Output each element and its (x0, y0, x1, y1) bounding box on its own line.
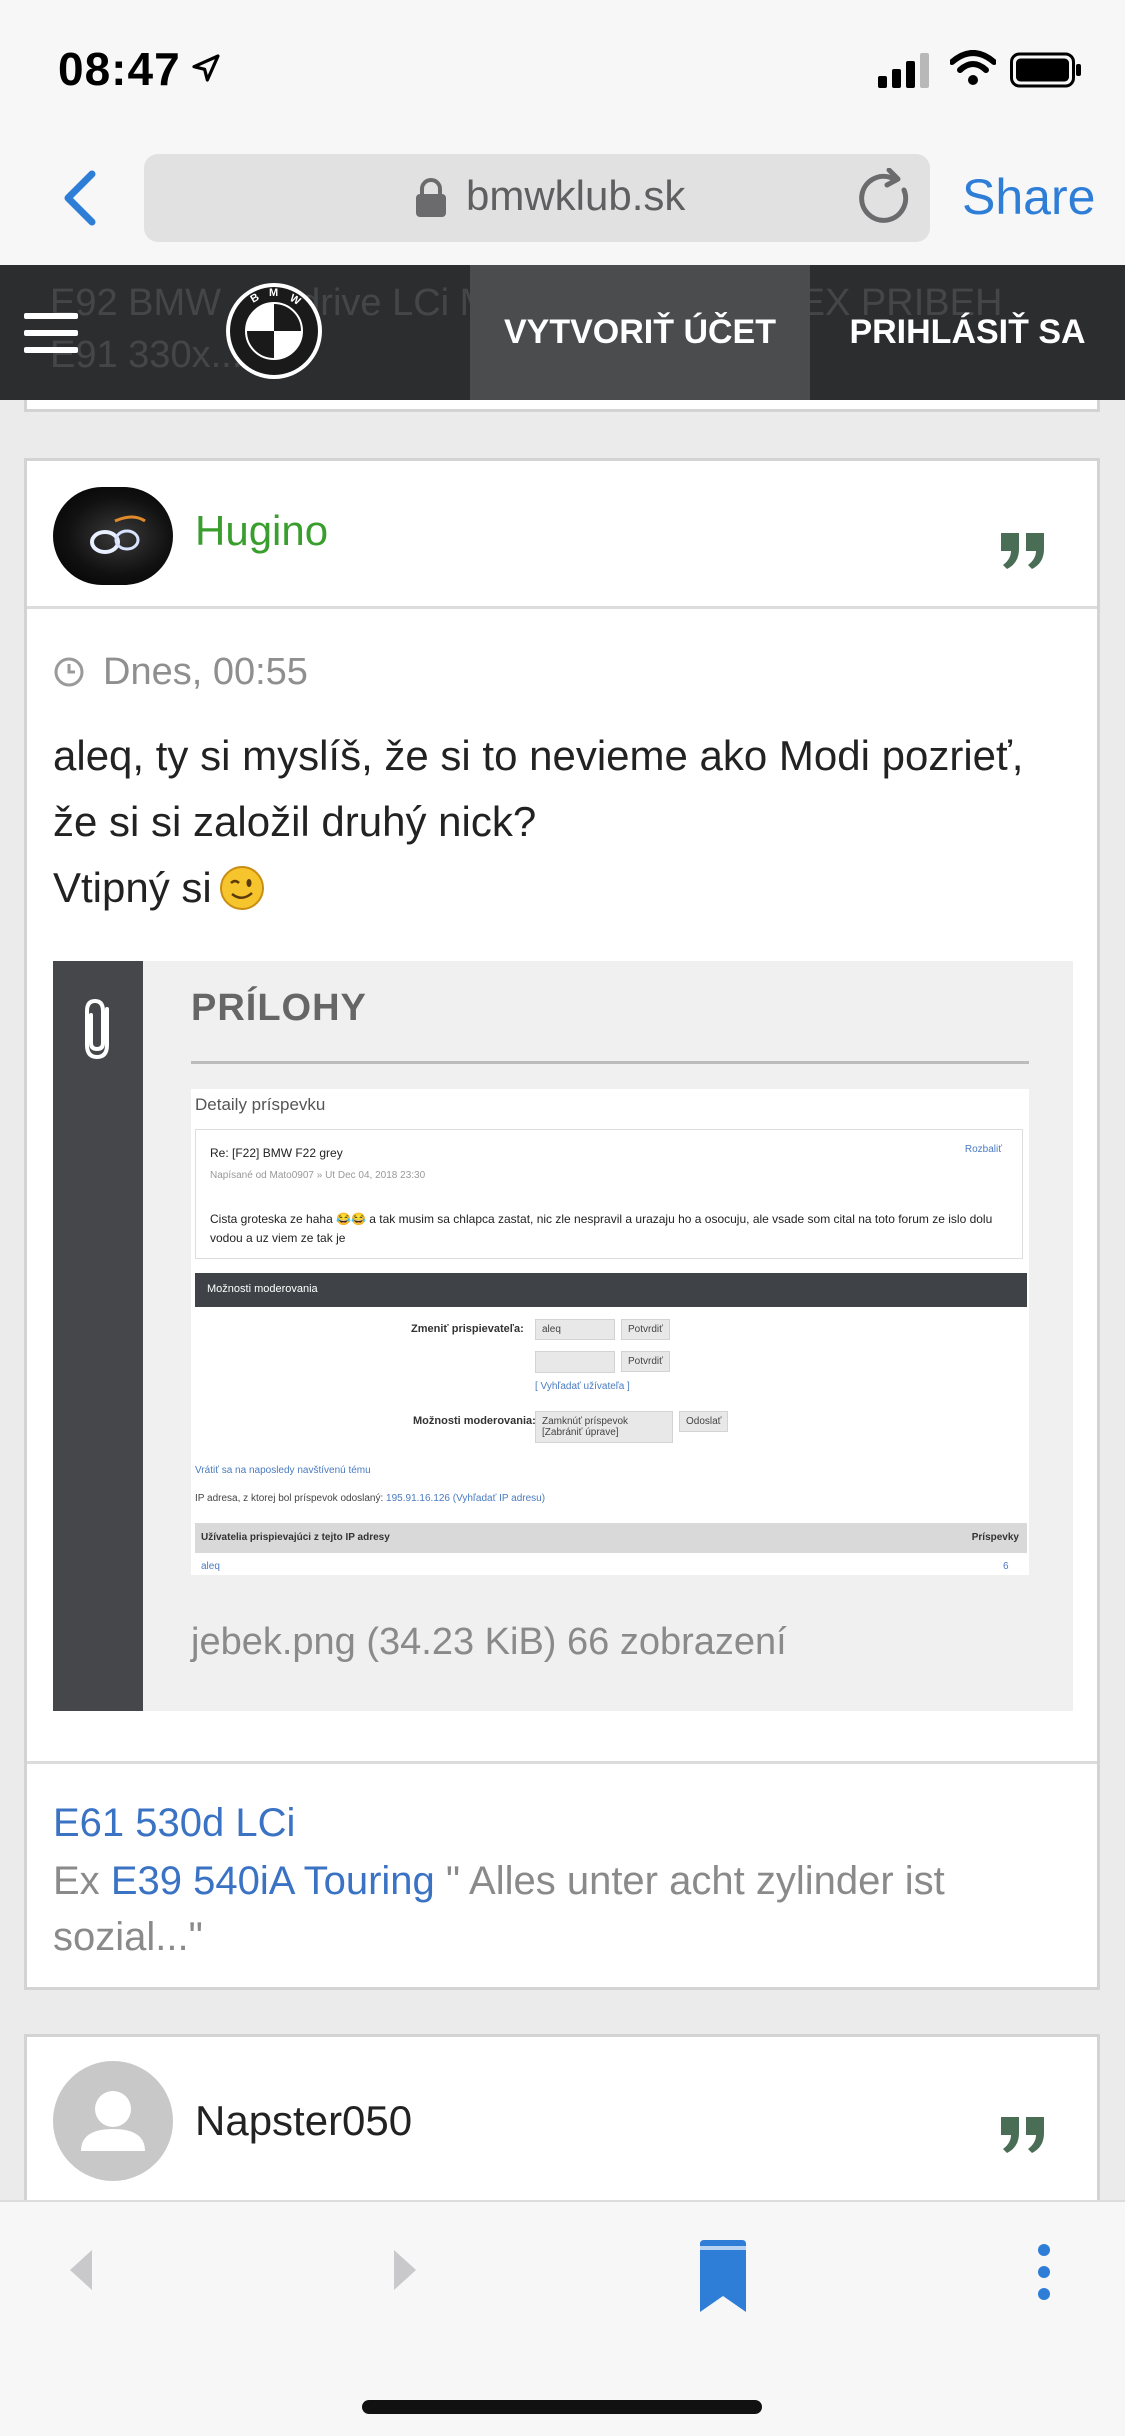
bookmark-icon[interactable] (698, 2238, 748, 2314)
img-post-box: Re: [F22] BMW F22 grey Napísané od Mato0… (195, 1129, 1023, 1259)
browser-address-bar: bmwklub.sk Share (0, 140, 1125, 265)
location-arrow-icon (192, 54, 220, 82)
img-expand: Rozbaliť (964, 1144, 1002, 1155)
img-author-select: aleq (535, 1319, 615, 1340)
attachments-sidebar (53, 961, 143, 1711)
forward-arrow-icon[interactable] (390, 2248, 420, 2292)
quote-icon[interactable] (999, 533, 1047, 569)
post-time: Dnes, 00:55 (53, 651, 308, 694)
home-indicator[interactable] (362, 2400, 762, 2414)
signature-divider (27, 1761, 1097, 1764)
img-table-header: Užívatelia prispievajúci z tejto IP adre… (195, 1523, 1027, 1553)
clock-icon (54, 657, 84, 687)
default-avatar[interactable] (53, 2061, 173, 2181)
img-row-posts: 6 (1003, 1561, 1009, 1572)
screen: { "status_bar": { "time": "08:47" }, "br… (0, 0, 1125, 2436)
quote-icon[interactable] (999, 2117, 1047, 2153)
attachments-box: PRÍLOHY Detaily príspevku Re: [F22] BMW … (53, 961, 1073, 1711)
post-body-line: že si si založil druhý nick? (53, 798, 537, 845)
signature-text: Ex E39 540iA Touring " Alles unter acht … (53, 1859, 945, 1959)
url-field[interactable]: bmwklub.sk (144, 154, 930, 242)
post-card: Hugino Dnes, 00:55 aleq, ty si myslíš, ž… (24, 458, 1100, 1990)
paperclip-icon (85, 998, 109, 1060)
img-subject: Re: [F22] BMW F22 grey (210, 1146, 343, 1160)
previous-post-edge (24, 400, 1100, 412)
lock-icon (416, 178, 446, 217)
img-return-link: Vrátiť sa na naposledy navštívenú tému (195, 1465, 371, 1476)
back-arrow-icon[interactable] (66, 2248, 96, 2292)
bmw-logo[interactable]: B M W (224, 281, 324, 381)
attachment-image[interactable]: Detaily príspevku Re: [F22] BMW F22 grey… (191, 1089, 1029, 1575)
create-account-button[interactable]: VYTVORIŤ ÚČET (470, 265, 810, 400)
img-moderation-bar: Možnosti moderovania (195, 1273, 1027, 1307)
attachments-title: PRÍLOHY (191, 987, 367, 1029)
divider (191, 1061, 1029, 1064)
img-ip-line: IP adresa, z ktorej bol príspevok odosla… (195, 1493, 546, 1504)
wifi-icon (950, 50, 996, 85)
headlight-avatar-image (90, 515, 146, 554)
svg-text:M: M (269, 287, 278, 299)
img-change-author-label: Zmeniť prispievateľa: (411, 1323, 524, 1335)
avatar[interactable] (53, 487, 173, 585)
img-find-user: [ Vyhľadať užívateľa ] (535, 1381, 630, 1392)
post-header: Hugino (27, 461, 1097, 609)
menu-icon[interactable] (24, 313, 78, 353)
img-moderation-label: Možnosti moderovania: (413, 1415, 536, 1427)
more-options-icon[interactable] (1036, 2242, 1052, 2302)
img-title: Detaily príspevku (195, 1095, 326, 1114)
post-time-text: Dnes, 00:55 (103, 651, 308, 693)
img-confirm-button: Potvrdiť (621, 1319, 670, 1340)
user-silhouette-icon (81, 2091, 145, 2151)
site-header: E92 BMW ... Xdrive LCi Msportperformance… (0, 265, 1125, 400)
img-text: Cista groteska ze haha 😂😂 a tak musim sa… (210, 1212, 993, 1245)
browser-toolbar (0, 2200, 1125, 2436)
signature-line[interactable]: E61 530d LCi (53, 1801, 295, 1846)
post-body-line: Vtipný si (53, 855, 1083, 921)
battery-icon (1010, 52, 1081, 88)
back-chevron-icon[interactable] (58, 168, 102, 228)
signature-link[interactable]: E39 540iA Touring (111, 1859, 435, 1903)
img-confirm-button-2: Potvrdiť (621, 1351, 670, 1372)
login-button[interactable]: PRIHLÁSIŤ SA (810, 265, 1125, 400)
post-username[interactable]: Hugino (195, 507, 328, 555)
wink-emoji-icon (219, 866, 264, 910)
reload-icon[interactable] (856, 168, 916, 228)
post-body-line: aleq, ty si myslíš, že si to nevieme ako… (53, 732, 1024, 779)
share-button[interactable]: Share (962, 168, 1095, 226)
status-time: 08:47 (58, 43, 181, 95)
status-bar: 08:47 (0, 0, 1125, 140)
img-moderation-select: Zamknúť príspevok [Zabrániť úprave] (535, 1411, 673, 1443)
url-text: bmwklub.sk (466, 172, 686, 219)
post-username[interactable]: Napster050 (195, 2097, 412, 2145)
img-send-button: Odoslať (679, 1411, 729, 1432)
img-author-input (535, 1351, 615, 1373)
img-written-by: Napísané od Mato0907 » Ut Dec 04, 2018 2… (210, 1170, 426, 1181)
img-row-user: aleq (201, 1561, 220, 1572)
post-body: aleq, ty si myslíš, že si to nevieme ako… (53, 723, 1083, 921)
cellular-signal-icon (878, 53, 929, 88)
attachment-filename[interactable]: jebek.png (34.23 KiB) 66 zobrazení (191, 1621, 787, 1664)
